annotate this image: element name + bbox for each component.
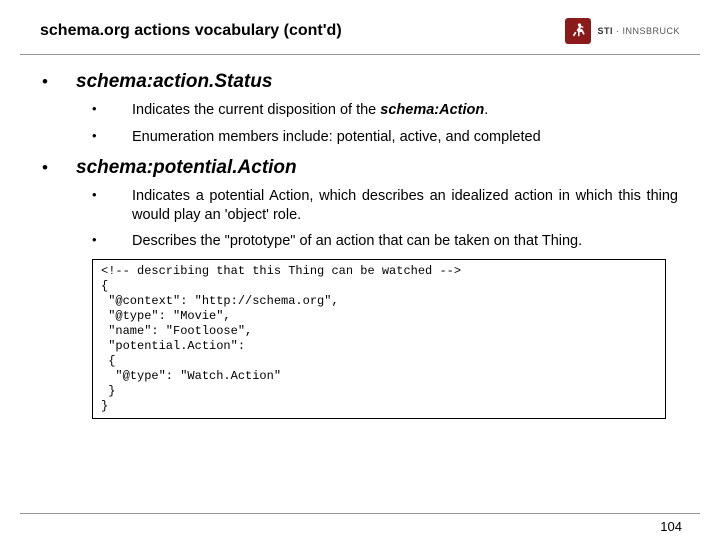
list-item-text: Enumeration members include: potential, … [132, 128, 678, 147]
bullet-icon: • [92, 101, 132, 120]
bullet-icon: • [92, 187, 132, 225]
list-item-text: Indicates a potential Action, which desc… [132, 187, 678, 225]
logo-text: STI · INNSBRUCK [597, 26, 680, 36]
list-item-text: Describes the "prototype" of an action t… [132, 232, 678, 251]
list-item: • Enumeration members include: potential… [42, 128, 678, 147]
list-item-text: Indicates the current disposition of the… [132, 101, 678, 120]
bullet-icon: • [42, 73, 76, 90]
logo: STI · INNSBRUCK [565, 18, 680, 44]
section-heading: • schema:action.Status [42, 71, 678, 93]
code-block: <!-- describing that this Thing can be w… [92, 259, 666, 419]
list-item: • Describes the "prototype" of an action… [42, 232, 678, 251]
slide-header: schema.org actions vocabulary (cont'd) S… [0, 0, 720, 52]
section-heading-text: schema:action.Status [76, 71, 272, 93]
section-heading: • schema:potential.Action [42, 157, 678, 179]
list-item: • Indicates the current disposition of t… [42, 101, 678, 120]
slide-content: • schema:action.Status • Indicates the c… [0, 55, 720, 419]
logo-text-primary: STI [597, 26, 613, 36]
bullet-icon: • [42, 159, 76, 176]
page-number: 104 [660, 519, 682, 534]
slide-title: schema.org actions vocabulary (cont'd) [40, 22, 342, 40]
running-person-icon [565, 18, 591, 44]
logo-text-secondary: INNSBRUCK [622, 26, 680, 36]
bullet-icon: • [92, 232, 132, 251]
footer-divider [20, 513, 700, 514]
bullet-icon: • [92, 128, 132, 147]
section-heading-text: schema:potential.Action [76, 157, 297, 179]
list-item: • Indicates a potential Action, which de… [42, 187, 678, 225]
